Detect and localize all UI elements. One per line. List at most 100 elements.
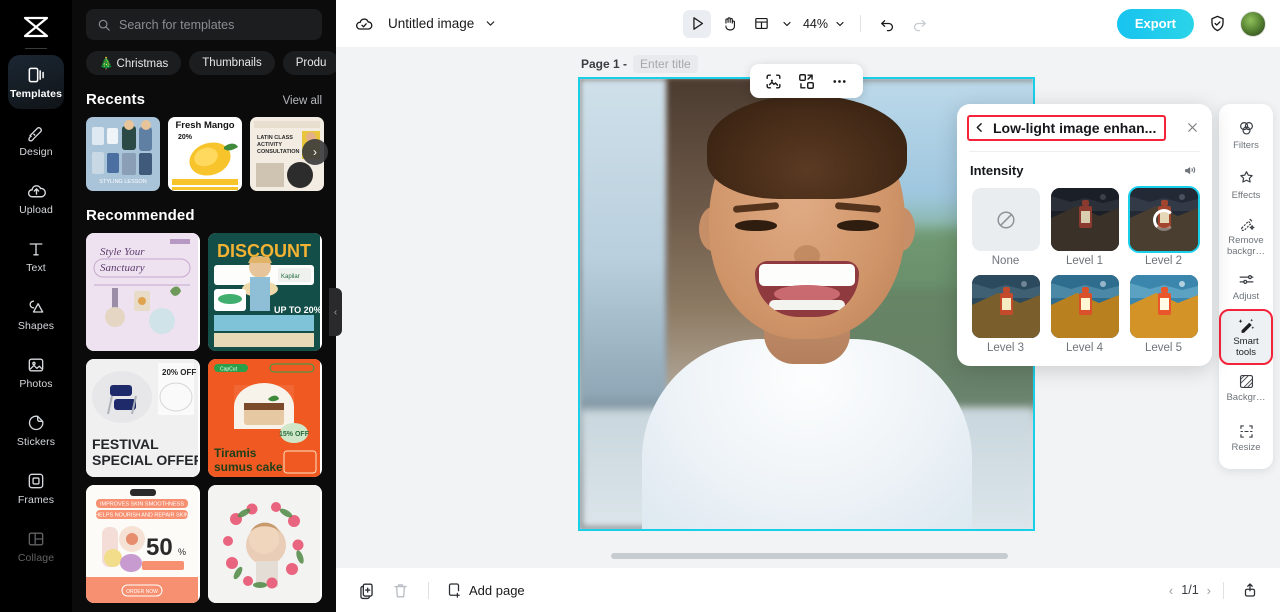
redo-icon[interactable] xyxy=(905,10,933,38)
page-title-row: Page 1 - Enter title xyxy=(581,55,698,73)
svg-text:Sanctuary: Sanctuary xyxy=(100,262,145,274)
sidebar-item-frames[interactable]: Frames xyxy=(8,461,64,515)
tool-label: Effects xyxy=(1231,189,1261,201)
crop-select-icon[interactable] xyxy=(760,68,787,95)
layout-caret-icon[interactable] xyxy=(779,10,794,38)
thumb-level-1 xyxy=(1050,188,1119,251)
sidebar-item-label: Photos xyxy=(19,378,53,391)
category-chips: 🎄 Christmas Thumbnails Produ xyxy=(86,51,336,75)
panel-collapse-handle[interactable]: ‹ xyxy=(329,288,342,336)
sidebar-item-stickers[interactable]: Stickers xyxy=(8,403,64,457)
intensity-option-level-4[interactable]: Level 4 xyxy=(1049,275,1120,354)
duplicate-page-icon[interactable] xyxy=(352,576,380,604)
template-card-style-your-sanctuary[interactable]: Style Your Sanctuary xyxy=(86,233,200,351)
shield-check-icon[interactable] xyxy=(1203,10,1231,38)
capcut-editor-window: Templates Design Upload Text Shapes Phot… xyxy=(0,0,1280,612)
intensity-option-label: Level 2 xyxy=(1144,255,1183,267)
tool-adjust[interactable]: Adjust xyxy=(1221,261,1271,311)
search-placeholder: Search for templates xyxy=(119,17,235,32)
tool-effects[interactable]: Effects xyxy=(1221,160,1271,210)
recommended-header: Recommended xyxy=(86,207,322,224)
export-button[interactable]: Export xyxy=(1116,8,1194,39)
sidebar-item-label: Upload xyxy=(19,204,53,217)
recents-view-all[interactable]: View all xyxy=(283,95,322,107)
image-float-toolbar xyxy=(750,64,863,98)
svg-text:Fresh Mango: Fresh Mango xyxy=(175,120,234,131)
tool-resize[interactable]: Resize xyxy=(1221,413,1271,463)
template-card-discount[interactable]: DISCOUNT Kapilar UP TO 20% OFF xyxy=(208,233,322,351)
upload-icon xyxy=(25,180,47,202)
smart-tools-icon xyxy=(1236,315,1256,335)
speaker-icon[interactable] xyxy=(1183,162,1199,178)
cloud-saved-icon[interactable] xyxy=(350,10,378,38)
zoom-level: 44% xyxy=(802,16,829,31)
template-card-floral-portrait[interactable] xyxy=(208,485,322,603)
add-page-label: Add page xyxy=(469,582,525,598)
undo-icon[interactable] xyxy=(873,10,901,38)
chip-christmas[interactable]: 🎄 Christmas xyxy=(86,51,182,75)
svg-text:%: % xyxy=(178,547,186,557)
chevron-down-icon[interactable] xyxy=(476,10,504,38)
chip-products[interactable]: Produ xyxy=(282,51,336,75)
sidebar-item-shapes[interactable]: Shapes xyxy=(8,287,64,341)
intensity-row: Intensity xyxy=(957,162,1212,178)
photos-icon xyxy=(25,354,47,376)
sidebar-item-upload[interactable]: Upload xyxy=(8,171,64,225)
sidebar-item-design[interactable]: Design xyxy=(8,113,64,167)
svg-text:50: 50 xyxy=(146,534,173,561)
search-input[interactable]: Search for templates xyxy=(86,9,322,40)
tool-label: Backgr… xyxy=(1226,392,1266,404)
cursor-select-icon[interactable] xyxy=(682,9,711,38)
replace-image-icon[interactable] xyxy=(793,68,820,95)
recents-next-button[interactable]: › xyxy=(302,139,328,165)
intensity-option-none[interactable]: None xyxy=(970,188,1041,267)
left-nav-rail: Templates Design Upload Text Shapes Phot… xyxy=(0,0,72,612)
add-page-button[interactable]: Add page xyxy=(445,581,525,599)
template-card-tiramisu[interactable]: CapCut 15% OFF Tiramis sumus cake xyxy=(208,359,322,477)
recent-thumb-mango[interactable]: Fresh Mango 20% xyxy=(168,117,242,191)
canvas-area[interactable]: Page 1 - Enter title Low-light image enh… xyxy=(336,47,1280,568)
sidebar-item-templates[interactable]: Templates xyxy=(8,55,64,109)
tool-background[interactable]: Backgr… xyxy=(1221,363,1271,413)
chevron-right-icon[interactable]: › xyxy=(1207,583,1211,598)
svg-text:STYLING LESSON: STYLING LESSON xyxy=(99,179,146,185)
chevron-left-icon[interactable]: ‹ xyxy=(1169,583,1173,598)
close-icon[interactable] xyxy=(1185,120,1200,135)
horizontal-scrollbar[interactable] xyxy=(611,553,1008,559)
hand-pan-icon[interactable] xyxy=(715,10,743,38)
export-page-icon[interactable] xyxy=(1236,576,1264,604)
no-effect-icon xyxy=(995,209,1017,231)
thumb-level-5 xyxy=(1129,275,1198,338)
template-card-festival-offer[interactable]: 20% OFF FESTIVAL SPECIAL OFFER xyxy=(86,359,200,477)
intensity-level-grid: None Level 1 Level 2 Level 3 Level 4 Lev… xyxy=(957,188,1212,354)
sidebar-item-photos[interactable]: Photos xyxy=(8,345,64,399)
capcut-logo-icon[interactable] xyxy=(19,14,53,40)
tool-smart-tools[interactable]: Smart tools xyxy=(1219,309,1273,365)
intensity-option-level-2[interactable]: Level 2 xyxy=(1128,188,1199,267)
intensity-option-label: Level 5 xyxy=(1144,342,1183,354)
tool-label: Adjust xyxy=(1232,290,1260,302)
sidebar-item-collage[interactable]: Collage xyxy=(8,519,64,573)
document-title[interactable]: Untitled image xyxy=(388,16,474,31)
svg-text:SPECIAL OFFER: SPECIAL OFFER xyxy=(92,452,198,468)
layout-icon[interactable] xyxy=(747,10,775,38)
svg-text:15% OFF: 15% OFF xyxy=(279,431,310,438)
chevron-left-icon[interactable] xyxy=(973,121,986,134)
more-options-icon[interactable] xyxy=(826,68,853,95)
page-title-input[interactable]: Enter title xyxy=(633,55,698,73)
zoom-caret-icon[interactable] xyxy=(832,10,848,38)
tool-remove-background[interactable]: Remove backgr… xyxy=(1221,210,1271,261)
trash-icon[interactable] xyxy=(386,576,414,604)
template-card-skincare[interactable]: IMPROVES SKIN SMOOTHNESS HELPS NOURISH A… xyxy=(86,485,200,603)
tool-filters[interactable]: Filters xyxy=(1221,110,1271,160)
intensity-option-level-1[interactable]: Level 1 xyxy=(1049,188,1120,267)
chip-thumbnails[interactable]: Thumbnails xyxy=(189,51,275,75)
bottom-divider-2 xyxy=(1223,581,1224,599)
stickers-icon xyxy=(25,412,47,434)
sidebar-item-text[interactable]: Text xyxy=(8,229,64,283)
sidebar-item-label: Templates xyxy=(9,88,63,101)
recent-thumb-styling[interactable]: STYLING LESSON xyxy=(86,117,160,191)
intensity-option-level-3[interactable]: Level 3 xyxy=(970,275,1041,354)
intensity-option-level-5[interactable]: Level 5 xyxy=(1128,275,1199,354)
avatar[interactable] xyxy=(1240,10,1266,37)
